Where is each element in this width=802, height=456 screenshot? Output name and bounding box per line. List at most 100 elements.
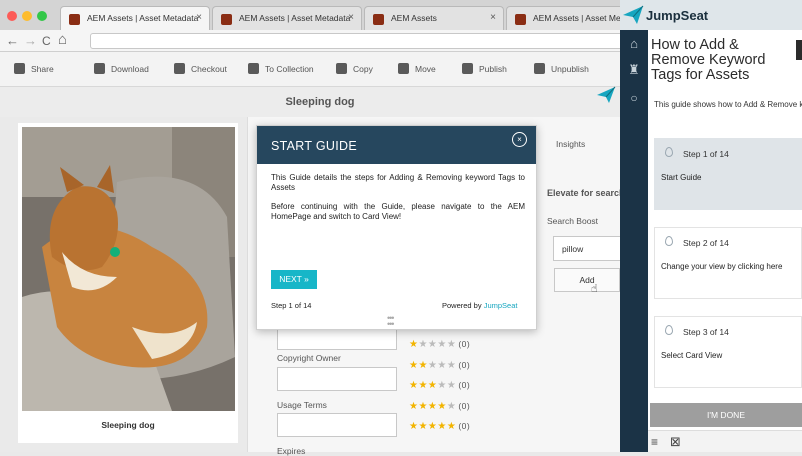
to-collection-label: To Collection	[265, 64, 314, 74]
copy-label: Copy	[353, 64, 373, 74]
powered-brand: JumpSeat	[483, 301, 518, 310]
step-card[interactable]: Step 3 of 14 Select Card View	[654, 316, 802, 388]
start-guide-popup: START GUIDE × This Guide details the ste…	[256, 125, 537, 330]
share-button[interactable]: Share	[14, 63, 54, 74]
step-card[interactable]: Step 2 of 14 Change your view by clickin…	[654, 227, 802, 299]
maximize-window-button[interactable]	[37, 11, 47, 21]
checkout-label: Checkout	[191, 64, 227, 74]
publish-label: Publish	[479, 64, 507, 74]
next-button[interactable]: NEXT »	[271, 270, 317, 289]
close-icon[interactable]: ×	[512, 132, 527, 147]
browser-nav-bar: ← → C ⌂	[0, 30, 640, 52]
copyright-owner-field[interactable]	[277, 367, 397, 391]
asset-image	[22, 127, 235, 411]
menu-icon[interactable]: ≡	[651, 435, 658, 449]
copyright-owner-label: Copyright Owner	[277, 353, 341, 363]
jumpseat-logo-icon	[623, 5, 644, 24]
guide-text-intro: This Guide details the steps for Adding …	[271, 173, 525, 192]
im-done-button[interactable]: I'M DONE	[650, 403, 802, 427]
tab-title: AEM Assets | Asset Metadata	[239, 13, 351, 23]
tab-close-icon[interactable]: ×	[490, 12, 496, 23]
minimize-window-button[interactable]	[22, 11, 32, 21]
move-icon	[398, 63, 409, 74]
address-bar[interactable]	[90, 33, 640, 49]
forward-icon[interactable]: →	[24, 33, 37, 48]
move-label: Move	[415, 64, 436, 74]
drag-handle-icon[interactable]: ••• •••	[387, 314, 395, 329]
search-boost-label: Search Boost	[547, 216, 599, 226]
copy-button[interactable]: Copy	[336, 63, 373, 74]
tab-title: AEM Assets | Asset Metad	[533, 13, 633, 23]
tab-title: AEM Assets | Asset Metadata	[87, 13, 199, 23]
powered-prefix: Powered by	[442, 301, 484, 310]
browser-tab[interactable]: AEM Assets | Asset Metadata ×	[60, 6, 210, 30]
tab-close-icon[interactable]: ×	[348, 12, 354, 23]
guides-icon[interactable]: ♜	[624, 60, 644, 80]
rating-row[interactable]: ★★★★★ (0)	[409, 421, 470, 432]
checkout-button[interactable]: Checkout	[174, 63, 227, 74]
lock-icon	[174, 63, 185, 74]
jumpseat-logo: JumpSeat	[646, 8, 709, 23]
aem-favicon-icon	[69, 14, 80, 25]
rating-row[interactable]: ★★★★★ (0)	[409, 401, 470, 412]
usage-terms-field[interactable]	[277, 413, 397, 437]
jumpseat-footer: ≡ ⊠	[648, 430, 802, 452]
guide-description: This guide shows how to Add & Remove key…	[654, 100, 802, 109]
unpublish-button[interactable]: Unpublish	[534, 63, 589, 74]
expires-label: Expires	[277, 446, 306, 456]
guide-heading: How to Add & Remove Keyword Tags for Ass…	[651, 37, 766, 83]
aem-favicon-icon	[515, 14, 526, 25]
download-button[interactable]: Download	[94, 63, 149, 74]
rating-row[interactable]: ★★★★★ (0)	[409, 360, 470, 371]
publish-button[interactable]: Publish	[462, 63, 507, 74]
location-pin-icon	[665, 236, 673, 246]
close-window-button[interactable]	[7, 11, 17, 21]
back-icon[interactable]: ←	[6, 33, 19, 48]
aem-favicon-icon	[221, 14, 232, 25]
unpublish-icon	[534, 63, 545, 74]
asset-toolbar: Share Download Checkout To Collection Co…	[0, 52, 640, 87]
reload-icon[interactable]: C	[42, 34, 51, 48]
rating-count: (0)	[458, 339, 471, 349]
tab-title: AEM Assets	[391, 13, 437, 23]
move-button[interactable]: Move	[398, 63, 436, 74]
jumpseat-launcher-icon[interactable]	[596, 86, 616, 104]
tab-close-icon[interactable]: ×	[196, 12, 202, 23]
rating-count: (0)	[458, 380, 471, 390]
elevate-heading: Elevate for search	[547, 188, 625, 198]
collection-icon	[248, 63, 259, 74]
location-pin-icon[interactable]: ○	[624, 88, 644, 108]
step-text: Start Guide	[661, 173, 702, 182]
download-icon	[94, 63, 105, 74]
step-card[interactable]: Step 1 of 14 Start Guide	[654, 138, 802, 210]
home-icon[interactable]: ⌂	[58, 31, 67, 48]
step-text: Change your view by clicking here	[661, 262, 783, 271]
add-button[interactable]: Add	[554, 268, 620, 292]
step-number: Step 2 of 14	[683, 238, 729, 248]
share-label: Share	[31, 64, 54, 74]
to-collection-button[interactable]: To Collection	[248, 63, 314, 74]
rating-count: (0)	[458, 360, 471, 370]
rating-count: (0)	[458, 421, 471, 431]
minimize-panel-icon[interactable]: ⊠	[670, 434, 681, 450]
powered-by: Powered by JumpSeat	[442, 301, 517, 310]
step-text: Select Card View	[661, 351, 723, 360]
browser-tab-bar: AEM Assets | Asset Metadata × AEM Assets…	[0, 0, 640, 30]
browser-tab[interactable]: AEM Assets | Asset Metadata ×	[212, 6, 362, 30]
search-boost-input[interactable]: pillow	[553, 236, 623, 261]
tab-insights[interactable]: Insights	[556, 139, 585, 149]
copy-icon	[336, 63, 347, 74]
share-icon	[14, 63, 25, 74]
asset-title-bar: Sleeping dog	[0, 87, 640, 117]
rating-row[interactable]: ★★★★★ (0)	[409, 339, 470, 350]
guide-text-instructions: Before continuing with the Guide, please…	[271, 202, 525, 221]
usage-terms-label: Usage Terms	[277, 400, 327, 410]
location-pin-icon	[665, 147, 673, 157]
home-icon[interactable]: ⌂	[624, 34, 644, 54]
step-number: Step 1 of 14	[683, 149, 729, 159]
rating-row[interactable]: ★★★★★ (0)	[409, 380, 470, 391]
publish-icon	[462, 63, 473, 74]
browser-tab[interactable]: AEM Assets ×	[364, 6, 504, 30]
aem-favicon-icon	[373, 14, 384, 25]
location-pin-icon	[665, 325, 673, 335]
